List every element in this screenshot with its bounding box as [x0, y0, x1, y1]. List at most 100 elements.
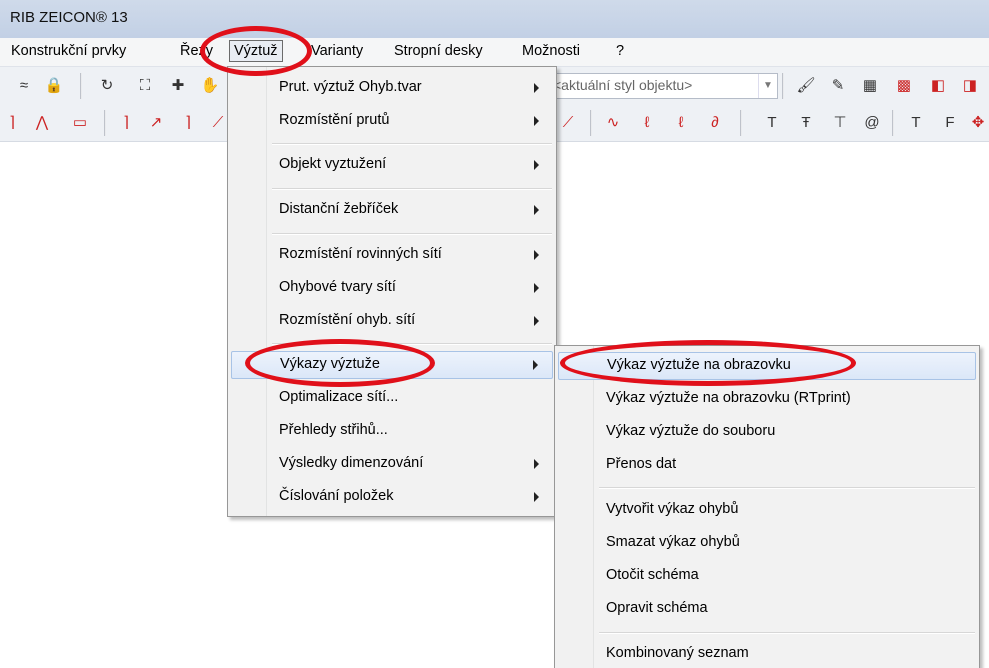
- text-box-icon[interactable]: ⊤: [830, 113, 850, 133]
- menu-separator: [272, 143, 552, 145]
- curve-tool-icon[interactable]: ℓ: [637, 113, 657, 133]
- chevron-right-icon: [534, 492, 539, 502]
- menu-item-label: Číslování položek: [279, 488, 394, 504]
- menu-separator: [272, 188, 552, 190]
- toolbar-separator: [740, 110, 742, 136]
- wave-line-icon[interactable]: ∿: [603, 113, 623, 133]
- curve-tool-2-icon[interactable]: ℓ: [671, 113, 691, 133]
- menu-item-label: Distanční žebříček: [279, 201, 399, 217]
- menu-item-vysledky-dimenzovani[interactable]: Výsledky dimenzování: [231, 451, 553, 477]
- style-tool-icon[interactable]: ✎: [828, 76, 848, 96]
- annotation-oval-vyztuz: [200, 26, 312, 76]
- corner-tool-icon[interactable]: ⌉: [116, 113, 136, 133]
- annotation-oval-vykazy: [245, 339, 435, 387]
- chevron-right-icon: [534, 205, 539, 215]
- submenu-item-vykaz-do-souboru[interactable]: Výkaz výztuže do souboru: [558, 419, 976, 445]
- at-symbol-icon[interactable]: @: [862, 113, 882, 133]
- menu-item-prut-vyztuz[interactable]: Prut. výztuž Ohyb.tvar: [231, 75, 553, 101]
- layer-grid-icon[interactable]: ▦: [860, 76, 880, 96]
- menu-stropni-desky[interactable]: Stropní desky: [394, 43, 483, 59]
- menu-item-rozmisteni-rovinnych-siti[interactable]: Rozmístění rovinných sítí: [231, 242, 553, 268]
- toolbar-separator: [590, 110, 592, 136]
- toolbar-separator: [782, 73, 784, 99]
- bent-tool-icon[interactable]: ↗: [146, 113, 166, 133]
- toolbar-separator: [80, 73, 82, 99]
- submenu-item-opravit-schema[interactable]: Opravit schéma: [558, 596, 976, 622]
- wave-tool-icon[interactable]: ≈: [14, 76, 34, 96]
- text-underline-icon[interactable]: Ŧ: [796, 113, 816, 133]
- submenu-item-smazat-vykaz-ohybu[interactable]: Smazat výkaz ohybů: [558, 530, 976, 556]
- menu-item-label: Ohybové tvary sítí: [279, 279, 396, 295]
- hand-pan-icon[interactable]: ✋: [200, 76, 220, 96]
- menu-item-label: Kombinovaný seznam: [606, 645, 749, 661]
- menu-item-label: Optimalizace sítí...: [279, 389, 399, 405]
- annotation-oval-vykaz-obrazovka: [560, 340, 856, 386]
- toolbar-separator: [104, 110, 106, 136]
- menu-konstrukcni-prvky[interactable]: Konstrukční prvky: [11, 43, 126, 59]
- text-edit-icon[interactable]: T: [906, 113, 926, 133]
- menu-bar: Konstrukční prvky Řezy Výztuž Varianty S…: [0, 38, 989, 67]
- chevron-right-icon: [534, 250, 539, 260]
- menu-item-label: Rozmístění rovinných sítí: [279, 246, 442, 262]
- menu-item-label: Přehledy střihů...: [279, 422, 388, 438]
- menu-item-ohybove-tvary-siti[interactable]: Ohybové tvary sítí: [231, 275, 553, 301]
- menu-item-label: Výkaz výztuže do souboru: [606, 423, 776, 439]
- layer-delete-icon[interactable]: ▩: [894, 76, 914, 96]
- chevron-right-icon: [534, 116, 539, 126]
- text-move-icon[interactable]: ✥: [968, 113, 988, 133]
- zoom-extents-icon[interactable]: ⛶: [135, 76, 155, 96]
- submenu-item-prenos-dat[interactable]: Přenos dat: [558, 452, 976, 478]
- submenu-item-vykaz-rtprint[interactable]: Výkaz výztuže na obrazovku (RTprint): [558, 386, 976, 412]
- menu-item-label: Výsledky dimenzování: [279, 455, 424, 471]
- line-tool-icon[interactable]: ⟋: [558, 113, 578, 133]
- chevron-right-icon: [533, 360, 538, 370]
- menu-item-label: Vytvořit výkaz ohybů: [606, 501, 739, 517]
- menu-item-prehledy-strihu[interactable]: Přehledy střihů...: [231, 418, 553, 444]
- menu-item-label: Přenos dat: [606, 456, 677, 472]
- menu-item-distancni-zebricek[interactable]: Distanční žebříček: [231, 197, 553, 223]
- menu-item-rozmisteni-prutu[interactable]: Rozmístění prutů: [231, 108, 553, 134]
- menu-item-rozmisteni-ohyb-siti[interactable]: Rozmístění ohyb. sítí: [231, 308, 553, 334]
- menu-varianty[interactable]: Varianty: [311, 43, 363, 59]
- hook-tool-icon[interactable]: ⌉: [178, 113, 198, 133]
- menu-item-label: Rozmístění ohyb. sítí: [279, 312, 416, 328]
- toolbar-separator: [892, 110, 894, 136]
- menu-item-label: Opravit schéma: [606, 600, 708, 616]
- window-title: RIB ZEICON® 13: [10, 9, 128, 26]
- slant-tool-icon[interactable]: ⟋: [208, 113, 228, 133]
- menu-item-label: Smazat výkaz ohybů: [606, 534, 740, 550]
- vyztuz-menu: Prut. výztuž Ohyb.tvar Rozmístění prutů …: [227, 66, 557, 517]
- menu-item-optimalizace-siti[interactable]: Optimalizace sítí...: [231, 385, 553, 411]
- menu-item-label: Otočit schéma: [606, 567, 699, 583]
- menu-item-label: Prut. výztuž Ohyb.tvar: [279, 79, 422, 95]
- layer-edit-icon[interactable]: ◧: [928, 76, 948, 96]
- vykazy-submenu: Výkaz výztuže na obrazovku Výkaz výztuže…: [554, 345, 980, 668]
- chevron-down-icon[interactable]: ▼: [758, 74, 777, 98]
- menu-help[interactable]: ?: [616, 43, 624, 59]
- pan-cross-icon[interactable]: ✚: [168, 76, 188, 96]
- layer-remove-icon[interactable]: ◨: [960, 76, 980, 96]
- brush-icon[interactable]: 🖌: [796, 76, 816, 96]
- refresh-view-icon[interactable]: ↻: [97, 76, 117, 96]
- spiral-tool-icon[interactable]: ∂: [705, 113, 725, 133]
- chevron-right-icon: [534, 283, 539, 293]
- menu-item-cislovani-polozek[interactable]: Číslování položek: [231, 484, 553, 510]
- chevron-right-icon: [534, 459, 539, 469]
- chevron-right-icon: [534, 160, 539, 170]
- submenu-item-vytvorit-vykaz-ohybu[interactable]: Vytvořit výkaz ohybů: [558, 497, 976, 523]
- submenu-item-otocit-schema[interactable]: Otočit schéma: [558, 563, 976, 589]
- menu-item-label: Objekt vyztužení: [279, 156, 387, 172]
- menu-item-label: Výkaz výztuže na obrazovku (RTprint): [606, 390, 851, 406]
- angle-tool-icon[interactable]: ⋀: [32, 113, 52, 133]
- submenu-item-kombinovany-seznam[interactable]: Kombinovaný seznam: [558, 641, 976, 667]
- text-tool-icon[interactable]: T: [762, 113, 782, 133]
- menu-moznosti[interactable]: Možnosti: [522, 43, 580, 59]
- object-style-dropdown[interactable]: <aktuální styl objektu> ▼: [548, 73, 778, 99]
- chevron-right-icon: [534, 316, 539, 326]
- title-bar: RIB ZEICON® 13: [0, 0, 989, 38]
- bracket-tool-icon[interactable]: ⌉: [2, 113, 22, 133]
- menu-item-objekt-vyztuzeni[interactable]: Objekt vyztužení: [231, 152, 553, 178]
- font-tool-icon[interactable]: F: [940, 113, 960, 133]
- lock-icon[interactable]: 🔒: [44, 76, 64, 96]
- rectangle-tool-icon[interactable]: ▭: [70, 113, 90, 133]
